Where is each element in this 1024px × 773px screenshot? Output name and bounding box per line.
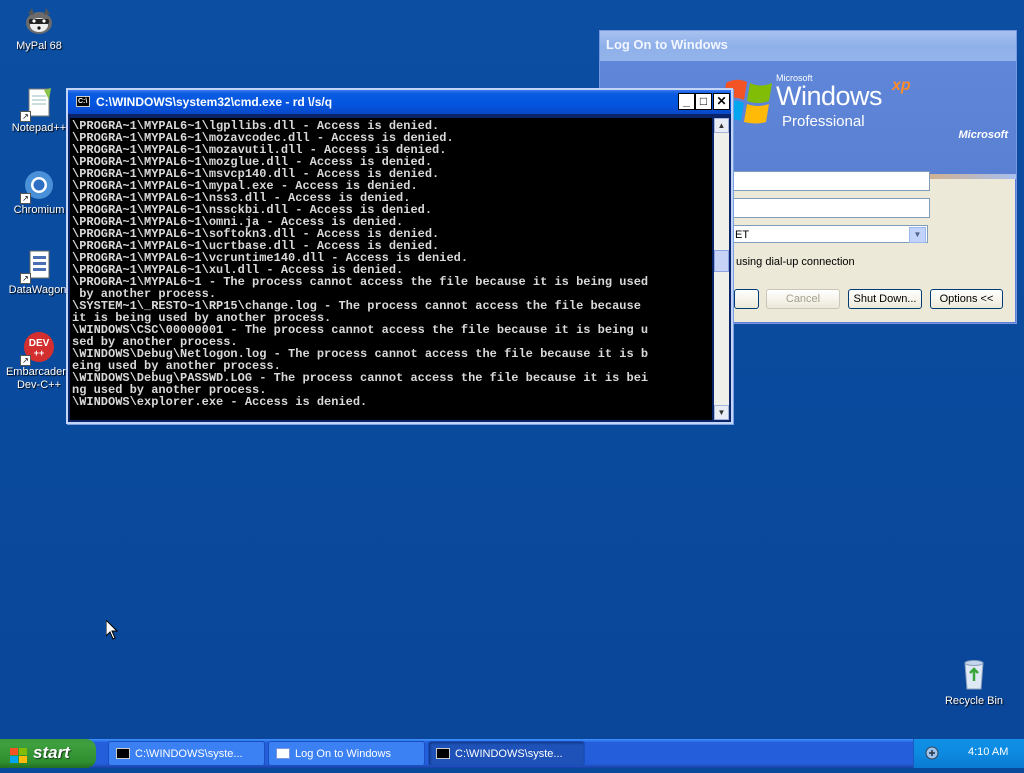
console-line: \WINDOWS\explorer.exe - Access is denied… — [72, 395, 368, 409]
domain-select[interactable]: ET ▼ — [730, 225, 928, 243]
password-field[interactable] — [730, 198, 930, 218]
recycle-bin-icon — [957, 657, 991, 691]
cmd-title: C:\WINDOWS\system32\cmd.exe - rd \/s/q — [96, 95, 333, 109]
scroll-down-icon[interactable]: ▼ — [714, 405, 729, 420]
start-button[interactable]: start — [0, 739, 96, 768]
system-tray: 4:10 AM — [913, 739, 1024, 768]
windows-flag-icon — [10, 745, 28, 763]
desktop-icon-recycle-bin[interactable]: Recycle Bin — [938, 657, 1010, 707]
chromium-icon: ↗ — [20, 168, 56, 204]
desktop-icon-label: MyPal 68 — [16, 40, 62, 52]
scroll-up-icon[interactable]: ▲ — [714, 118, 729, 133]
cmd-icon — [436, 748, 450, 759]
desktop-icon-label: Recycle Bin — [944, 695, 1004, 707]
cancel-button[interactable]: Cancel — [766, 289, 840, 309]
desktop: MyPal 68 ↗ Notepad++ ↗ Chromium ↗ DataWa… — [0, 0, 1024, 739]
logon-title: Log On to Windows — [606, 37, 728, 52]
shortcut-arrow-icon: ↗ — [20, 193, 31, 204]
start-label: start — [33, 743, 70, 762]
brand-xp: xp — [892, 77, 911, 94]
taskbar-item-label: C:\WINDOWS\syste... — [455, 748, 563, 760]
brand-edition: Professional — [782, 113, 865, 130]
console-text: \PROGRA~1\MYPAL6~1\lgpllibs.dll - Access… — [70, 118, 712, 408]
raccoon-icon — [22, 4, 56, 38]
window-icon — [276, 748, 290, 759]
svg-text:++: ++ — [34, 348, 45, 358]
shortcut-arrow-icon: ↗ — [20, 355, 31, 366]
maximize-button[interactable]: □ — [695, 93, 712, 110]
minimize-button[interactable]: _ — [678, 93, 695, 110]
microsoft-logo: Microsoft — [958, 129, 1009, 141]
taskbar-item-label: Log On to Windows — [295, 748, 391, 760]
taskbar: start C:\WINDOWS\syste... Log On to Wind… — [0, 739, 1024, 768]
taskbar-item-cmd-2[interactable]: C:\WINDOWS\syste... — [428, 741, 585, 766]
clock[interactable]: 4:10 AM — [968, 746, 1008, 758]
notepadpp-icon: ↗ — [20, 86, 56, 122]
taskbar-item-logon[interactable]: Log On to Windows — [268, 741, 425, 766]
username-field[interactable] — [730, 171, 930, 191]
taskbar-item-cmd-1[interactable]: C:\WINDOWS\syste... — [108, 741, 265, 766]
chevron-down-icon[interactable]: ▼ — [909, 227, 926, 243]
domain-value: ET — [735, 229, 750, 241]
shortcut-arrow-icon: ↗ — [20, 111, 31, 122]
datawagon-icon: ↗ — [20, 248, 56, 284]
console-output[interactable]: \PROGRA~1\MYPAL6~1\lgpllibs.dll - Access… — [70, 118, 712, 420]
shortcut-arrow-icon: ↗ — [20, 273, 31, 284]
dialup-checkbox-label[interactable]: using dial-up connection — [736, 256, 855, 268]
network-icon[interactable] — [924, 745, 940, 761]
shutdown-button[interactable]: Shut Down... — [848, 289, 922, 309]
logon-title-bar[interactable]: Log On to Windows — [600, 31, 1016, 61]
options-button[interactable]: Options << — [930, 289, 1003, 309]
desktop-icon-mypal[interactable]: MyPal 68 — [0, 4, 78, 53]
cmd-icon: C:\ — [76, 96, 90, 107]
cmd-title-bar[interactable]: C:\ C:\WINDOWS\system32\cmd.exe - rd \/s… — [68, 90, 731, 114]
devcpp-icon: DEV ++ ↗ — [20, 330, 56, 366]
ok-button[interactable] — [734, 289, 759, 309]
mouse-cursor-icon — [105, 618, 119, 640]
scroll-thumb[interactable] — [714, 250, 729, 272]
cmd-window: C:\ C:\WINDOWS\system32\cmd.exe - rd \/s… — [66, 88, 733, 424]
vertical-scrollbar[interactable]: ▲ ▼ — [714, 118, 729, 420]
taskbar-item-label: C:\WINDOWS\syste... — [135, 748, 243, 760]
cmd-icon — [116, 748, 130, 759]
close-button[interactable]: ✕ — [713, 93, 730, 110]
brand-windows: Windows — [776, 81, 883, 111]
